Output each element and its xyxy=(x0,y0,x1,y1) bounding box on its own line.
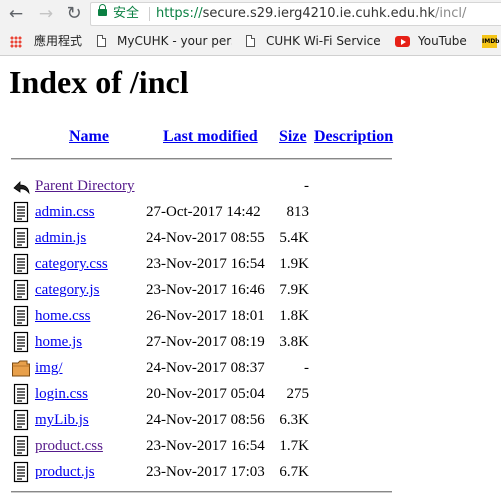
file-link[interactable]: home.css xyxy=(35,308,90,325)
text-file-icon xyxy=(13,461,29,483)
url-scheme: https:// xyxy=(156,6,203,21)
bookmark-youtube[interactable]: YouTube xyxy=(395,28,475,55)
file-row: category.js 23-Nov-2017 16:46 7.9K xyxy=(0,279,501,305)
file-row: myLib.js 24-Nov-2017 08:56 6.3K xyxy=(0,409,501,435)
file-size: 1.9K xyxy=(279,256,309,272)
parent-directory-row: Parent Directory - xyxy=(0,175,501,201)
file-date: 27-Oct-2017 14:42 xyxy=(146,204,261,220)
file-size: 1.8K xyxy=(279,308,309,324)
file-link[interactable]: category.css xyxy=(35,256,108,273)
file-size: 5.4K xyxy=(279,230,309,246)
back-arrow-icon[interactable]: ← xyxy=(6,4,26,24)
imdb-icon: IMDb xyxy=(482,35,499,48)
column-header-size[interactable]: Size xyxy=(279,128,307,146)
bookmark-label: YouTube xyxy=(418,34,467,48)
file-row: admin.js 24-Nov-2017 08:55 5.4K xyxy=(0,227,501,253)
column-header-name[interactable]: Name xyxy=(69,128,109,146)
file-date: 24-Nov-2017 08:56 xyxy=(146,412,265,428)
bookmark-apps[interactable]: 應用程式 xyxy=(10,28,85,55)
page-icon xyxy=(97,35,106,47)
omnibox-divider xyxy=(149,7,150,21)
bookmark-label: MyCUHK - your pers xyxy=(117,34,232,48)
file-size: 6.3K xyxy=(279,412,309,428)
file-row: img/24-Nov-2017 08:37 - xyxy=(0,357,501,383)
file-size: 7.9K xyxy=(279,282,309,298)
text-file-icon xyxy=(13,253,29,275)
reload-icon[interactable]: ↻ xyxy=(64,4,84,24)
text-file-icon xyxy=(13,227,29,249)
text-file-icon xyxy=(13,435,29,457)
folder-icon xyxy=(12,360,30,377)
file-link[interactable]: admin.css xyxy=(35,204,95,221)
bookmark-label: 應用程式 xyxy=(34,34,83,48)
file-row: product.css 23-Nov-2017 16:54 1.7K xyxy=(0,435,501,461)
file-row: category.css 23-Nov-2017 16:54 1.9K xyxy=(0,253,501,279)
url-text[interactable]: https://secure.s29.ierg4210.ie.cuhk.edu.… xyxy=(156,3,466,25)
bookmark-mycuhk[interactable]: MyCUHK - your pers xyxy=(97,28,232,55)
secure-label: 安全 xyxy=(113,6,140,21)
file-link[interactable]: product.js xyxy=(35,464,95,481)
page-title: Index of /incl xyxy=(9,64,189,100)
file-link[interactable]: category.js xyxy=(35,282,99,299)
file-date: 23-Nov-2017 17:03 xyxy=(146,464,265,480)
file-link[interactable]: admin.js xyxy=(35,230,86,247)
youtube-icon xyxy=(395,36,410,47)
file-link[interactable]: login.css xyxy=(35,386,88,403)
file-date: 23-Nov-2017 16:54 xyxy=(146,438,265,454)
address-bar[interactable]: 安全 https://secure.s29.ierg4210.ie.cuhk.e… xyxy=(90,2,501,26)
file-row: login.css 20-Nov-2017 05:04 275 xyxy=(0,383,501,409)
text-file-icon xyxy=(13,409,29,431)
file-row: home.js 27-Nov-2017 08:19 3.8K xyxy=(0,331,501,357)
bookmark-label: CUHK Wi-Fi Service xyxy=(266,34,381,48)
text-file-icon xyxy=(13,305,29,327)
file-link[interactable]: home.js xyxy=(35,334,82,351)
file-date: 23-Nov-2017 16:54 xyxy=(146,256,265,272)
back-folder-icon xyxy=(13,181,30,195)
file-date: 23-Nov-2017 16:46 xyxy=(146,282,265,298)
text-file-icon xyxy=(13,331,29,353)
url-host: secure.s29.ierg4210.ie.cuhk.edu.hk xyxy=(202,6,436,21)
bookmark-imdb[interactable]: IMDb xyxy=(482,28,501,55)
lock-icon xyxy=(98,4,107,16)
apps-grid-icon xyxy=(10,36,22,48)
file-date: 24-Nov-2017 08:37 xyxy=(146,360,265,376)
file-date: 24-Nov-2017 08:55 xyxy=(146,230,265,246)
url-path: /incl/ xyxy=(435,6,467,21)
column-header-last-modified[interactable]: Last modified xyxy=(163,128,258,146)
file-row: product.js 23-Nov-2017 17:03 6.7K xyxy=(0,461,501,487)
file-size: 813 xyxy=(286,204,310,220)
text-file-icon xyxy=(13,383,29,405)
bookmarks-bar: 應用程式 MyCUHK - your pers CUHK Wi-Fi Servi… xyxy=(0,28,501,56)
file-size: 6.7K xyxy=(279,464,309,480)
file-size: - xyxy=(304,360,309,376)
text-file-icon xyxy=(13,201,29,223)
file-size: 275 xyxy=(286,386,310,402)
file-size: 1.7K xyxy=(279,438,309,454)
footer-divider xyxy=(11,491,392,493)
file-date: 20-Nov-2017 05:04 xyxy=(146,386,265,402)
file-row: home.css 26-Nov-2017 18:01 1.8K xyxy=(0,305,501,331)
file-link[interactable]: myLib.js xyxy=(35,412,89,429)
bookmark-cuhk-wifi[interactable]: CUHK Wi-Fi Service xyxy=(246,28,386,55)
file-size: 3.8K xyxy=(279,334,309,350)
file-link[interactable]: img/ xyxy=(35,360,63,377)
parent-directory-link[interactable]: Parent Directory xyxy=(35,178,135,195)
page-icon xyxy=(246,35,255,47)
file-size: - xyxy=(304,178,309,194)
file-date: 27-Nov-2017 08:19 xyxy=(146,334,265,350)
text-file-icon xyxy=(13,279,29,301)
file-link[interactable]: product.css xyxy=(35,438,103,455)
browser-toolbar: ← → ↻ 安全 https://secure.s29.ierg4210.ie.… xyxy=(0,0,501,28)
file-date: 26-Nov-2017 18:01 xyxy=(146,308,265,324)
file-row: admin.css 27-Oct-2017 14:42 813 xyxy=(0,201,501,227)
column-header-description[interactable]: Description xyxy=(314,128,393,146)
header-divider xyxy=(11,158,392,160)
forward-arrow-icon[interactable]: → xyxy=(36,4,56,24)
